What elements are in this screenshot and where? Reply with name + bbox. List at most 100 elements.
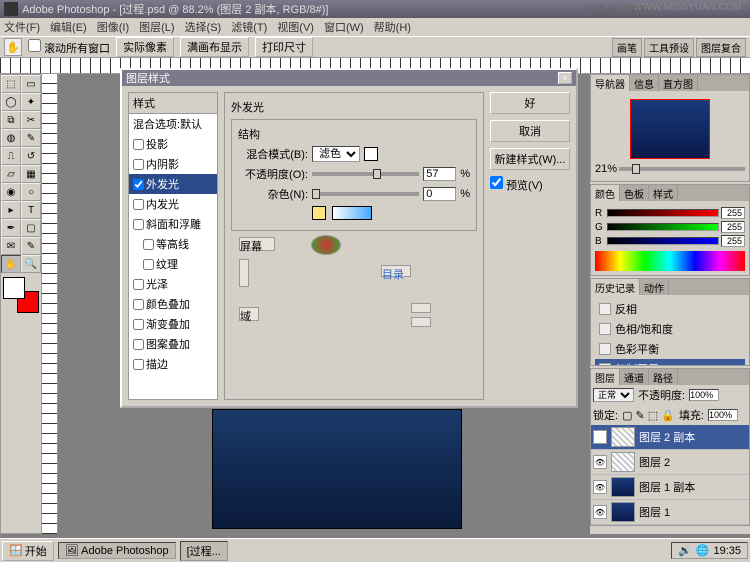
brush-tool[interactable]: ✎ bbox=[21, 129, 41, 147]
zoom-tool[interactable]: 🔍 bbox=[21, 255, 41, 273]
preview-check[interactable]: 预览(V) bbox=[490, 176, 570, 193]
noise-value-input[interactable] bbox=[423, 187, 456, 201]
noise-slider[interactable] bbox=[312, 192, 419, 196]
opacity-value-input[interactable] bbox=[423, 167, 456, 181]
fit-screen-button[interactable]: 满画布显示 bbox=[180, 37, 249, 57]
scroll-windows-check[interactable]: 滚动所有窗口 bbox=[28, 39, 110, 56]
color-swatch[interactable] bbox=[3, 277, 39, 313]
gradient-swatch[interactable] bbox=[332, 206, 372, 220]
style-图案叠加[interactable]: 图案叠加 bbox=[129, 334, 217, 354]
history-item[interactable]: 色彩平衡 bbox=[595, 339, 745, 359]
foreground-color[interactable] bbox=[3, 277, 25, 299]
layer-item[interactable]: 👁图层 1 副本 bbox=[591, 475, 749, 500]
g-slider[interactable] bbox=[607, 223, 719, 231]
tab-tool-presets[interactable]: 工具预设 bbox=[644, 38, 694, 57]
history-item[interactable]: 色相/饱和度 bbox=[595, 319, 745, 339]
menu-view[interactable]: 视图(V) bbox=[277, 19, 314, 35]
menu-layer[interactable]: 图层(L) bbox=[139, 19, 174, 35]
system-tray[interactable]: 🔊 🌐 19:35 bbox=[671, 542, 748, 559]
layer-item[interactable]: 👁图层 2 副本 bbox=[591, 425, 749, 450]
b-value[interactable]: 255 bbox=[721, 235, 745, 247]
heal-tool[interactable]: ◍ bbox=[1, 129, 21, 147]
color-spectrum[interactable] bbox=[595, 251, 745, 271]
style-斜面和浮雕[interactable]: 斜面和浮雕 bbox=[129, 214, 217, 234]
tab-layers[interactable]: 图层 bbox=[591, 369, 620, 385]
type-tool[interactable]: T bbox=[21, 201, 41, 219]
task-document[interactable]: [过程... bbox=[180, 541, 228, 561]
blend-mode-dropdown[interactable]: 滤色 bbox=[312, 146, 360, 162]
navigator-thumb[interactable] bbox=[630, 99, 710, 159]
move-tool[interactable]: ⬚ bbox=[1, 75, 21, 93]
menu-select[interactable]: 选择(S) bbox=[185, 19, 222, 35]
layer-item[interactable]: 👁图层 2 bbox=[591, 450, 749, 475]
actual-pixels-button[interactable]: 实际像素 bbox=[116, 37, 174, 57]
gradient-tool[interactable]: ▦ bbox=[21, 165, 41, 183]
visibility-icon[interactable]: 👁 bbox=[593, 505, 607, 519]
task-photoshop[interactable]: 🖼 Adobe Photoshop bbox=[58, 542, 176, 559]
style-外发光[interactable]: 外发光 bbox=[129, 174, 217, 194]
menu-file[interactable]: 文件(F) bbox=[4, 19, 40, 35]
tray-icon[interactable]: 🔊 bbox=[678, 544, 692, 557]
tab-paths[interactable]: 路径 bbox=[649, 369, 678, 385]
style-颜色叠加[interactable]: 颜色叠加 bbox=[129, 294, 217, 314]
tab-channels[interactable]: 通道 bbox=[620, 369, 649, 385]
style-内阴影[interactable]: 内阴影 bbox=[129, 154, 217, 174]
menubar[interactable]: 文件(F) 编辑(E) 图像(I) 图层(L) 选择(S) 滤镜(T) 视图(V… bbox=[0, 18, 750, 36]
style-描边[interactable]: 描边 bbox=[129, 354, 217, 374]
fill-input[interactable] bbox=[708, 409, 738, 421]
print-size-button[interactable]: 打印尺寸 bbox=[255, 37, 313, 57]
document-canvas[interactable] bbox=[212, 409, 462, 529]
menu-filter[interactable]: 滤镜(T) bbox=[231, 19, 267, 35]
shape-tool[interactable]: ▢ bbox=[21, 219, 41, 237]
crop-tool[interactable]: ⧉ bbox=[1, 111, 21, 129]
visibility-icon[interactable]: 👁 bbox=[593, 430, 607, 444]
r-value[interactable]: 255 bbox=[721, 207, 745, 219]
new-style-button[interactable]: 新建样式(W)... bbox=[490, 148, 570, 170]
r-slider[interactable] bbox=[607, 209, 719, 217]
menu-window[interactable]: 窗口(W) bbox=[324, 19, 364, 35]
opacity-input[interactable] bbox=[689, 389, 719, 401]
b-slider[interactable] bbox=[607, 237, 719, 245]
zoom-slider[interactable] bbox=[619, 167, 745, 171]
g-value[interactable]: 255 bbox=[721, 221, 745, 233]
notes-tool[interactable]: ✉ bbox=[1, 237, 21, 255]
blend-mode-select[interactable]: 正常 bbox=[593, 388, 634, 402]
start-button[interactable]: 🪟 开始 bbox=[2, 541, 54, 561]
slice-tool[interactable]: ✂ bbox=[21, 111, 41, 129]
tab-history[interactable]: 历史记录 bbox=[591, 279, 640, 295]
marquee-tool[interactable]: ▭ bbox=[21, 75, 41, 93]
tab-info[interactable]: 信息 bbox=[630, 75, 659, 91]
pen-tool[interactable]: ✒ bbox=[1, 219, 21, 237]
tab-brushes[interactable]: 画笔 bbox=[612, 38, 642, 57]
style-渐变叠加[interactable]: 渐变叠加 bbox=[129, 314, 217, 334]
lock-icons[interactable]: ▢ ✎ ⬚ 🔒 bbox=[622, 409, 675, 422]
tab-swatches[interactable]: 色板 bbox=[620, 185, 649, 201]
history-item[interactable]: 反相 bbox=[595, 299, 745, 319]
eraser-tool[interactable]: ▱ bbox=[1, 165, 21, 183]
tab-color[interactable]: 颜色 bbox=[591, 185, 620, 201]
blend-options-default[interactable]: 混合选项:默认 bbox=[129, 114, 217, 134]
layer-item[interactable]: 👁图层 1 bbox=[591, 500, 749, 525]
hand-tool[interactable]: ✋ bbox=[1, 255, 21, 273]
tab-layer-comps[interactable]: 图层复合 bbox=[696, 38, 746, 57]
stamp-tool[interactable]: ⎍ bbox=[1, 147, 21, 165]
wand-tool[interactable]: ✦ bbox=[21, 93, 41, 111]
style-光泽[interactable]: 光泽 bbox=[129, 274, 217, 294]
menu-image[interactable]: 图像(I) bbox=[97, 19, 129, 35]
color-radio-swatch[interactable] bbox=[312, 206, 326, 220]
visibility-icon[interactable]: 👁 bbox=[593, 455, 607, 469]
ok-button[interactable]: 好 bbox=[490, 92, 570, 114]
tab-styles[interactable]: 样式 bbox=[649, 185, 678, 201]
tab-histogram[interactable]: 直方图 bbox=[659, 75, 698, 91]
style-等高线[interactable]: 等高线 bbox=[129, 234, 217, 254]
lasso-tool[interactable]: ◯ bbox=[1, 93, 21, 111]
style-纹理[interactable]: 纹理 bbox=[129, 254, 217, 274]
tab-actions[interactable]: 动作 bbox=[640, 279, 669, 295]
visibility-icon[interactable]: 👁 bbox=[593, 480, 607, 494]
style-内发光[interactable]: 内发光 bbox=[129, 194, 217, 214]
hand-tool-icon[interactable]: ✋ bbox=[4, 38, 22, 56]
styles-header[interactable]: 样式 bbox=[129, 93, 217, 114]
dialog-close-button[interactable]: × bbox=[558, 72, 572, 84]
menu-help[interactable]: 帮助(H) bbox=[374, 19, 411, 35]
opacity-slider[interactable] bbox=[312, 172, 419, 176]
